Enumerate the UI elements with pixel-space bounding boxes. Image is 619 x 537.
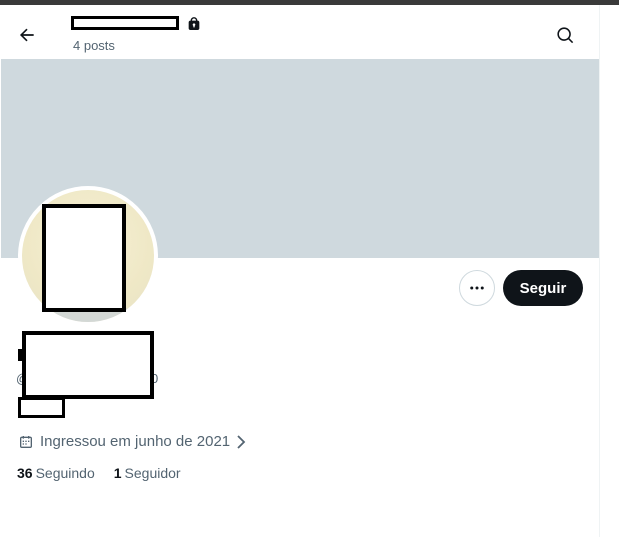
profile-name-redacted: [71, 16, 179, 30]
following-label: Seguindo: [35, 465, 95, 481]
lock-icon: [188, 17, 200, 30]
back-arrow-icon: [19, 28, 34, 42]
chevron-right-icon: [237, 434, 246, 449]
following-count: 36: [17, 465, 33, 481]
profile-header: 4 posts: [0, 5, 599, 59]
following-stat[interactable]: 36 Seguindo: [17, 465, 95, 481]
more-icon: [470, 286, 484, 290]
follow-stats: 36 Seguindo 1 Seguidor: [17, 465, 200, 481]
followers-count: 1: [113, 465, 122, 481]
right-gutter: [600, 5, 619, 537]
search-icon: [556, 26, 573, 43]
back-button[interactable]: [10, 18, 44, 52]
display-name-redacted: [22, 331, 154, 399]
joined-date[interactable]: Ingressou em junho de 2021: [18, 433, 247, 450]
calendar-icon: [20, 435, 32, 448]
followers-stat[interactable]: 1 Seguidor: [114, 465, 181, 481]
joined-date-label: Ingressou em junho de 2021: [40, 433, 231, 450]
more-options-button[interactable]: [459, 270, 495, 306]
search-button[interactable]: [548, 18, 582, 52]
posts-count: 4 posts: [73, 38, 115, 53]
avatar-redacted: [42, 204, 126, 312]
followers-label: Seguidor: [124, 465, 181, 481]
bio-redacted: [18, 397, 65, 418]
follow-button[interactable]: Seguir: [503, 270, 583, 306]
